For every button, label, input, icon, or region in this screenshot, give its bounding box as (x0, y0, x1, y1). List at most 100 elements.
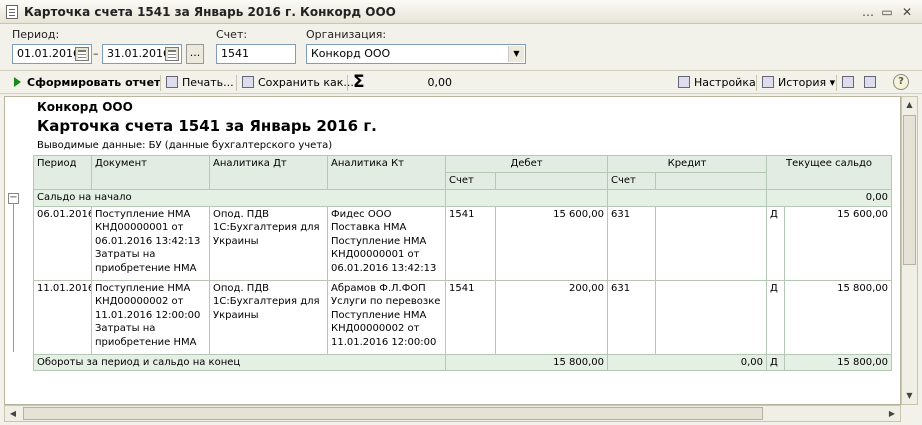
generate-report-button[interactable]: Сформировать отчет (14, 75, 160, 91)
toolbar-divider (756, 75, 757, 91)
opening-balance-value: 0,00 (766, 189, 893, 207)
row-balance: 15 800,00 (784, 279, 893, 355)
row-analytics-dt: Опод. ПДВ 1С:Бухгалтерия для Украины (209, 205, 328, 281)
toolbar-divider (160, 75, 161, 91)
account-field[interactable]: 1541 (216, 44, 296, 64)
sigma-icon: Σ (353, 72, 365, 92)
scroll-left-icon[interactable]: ◀ (5, 406, 21, 421)
period-label: Период: (12, 28, 60, 41)
toolbar-divider (347, 75, 348, 91)
export-button[interactable] (842, 75, 858, 91)
date-to-value: 31.01.2016 (107, 47, 170, 60)
close-button[interactable]: ✕ (900, 5, 914, 19)
chevron-down-icon: ▾ (829, 76, 836, 89)
tree-line (13, 196, 14, 352)
row-date: 11.01.2016 (33, 279, 92, 355)
settings-button[interactable]: Настройка (678, 75, 756, 91)
row-debit-account: 1541 (445, 205, 496, 281)
organization-label: Организация: (306, 28, 387, 41)
printer-icon (166, 76, 178, 88)
history-icon (762, 76, 774, 88)
header-credit-sum (655, 172, 768, 190)
floppy-icon (864, 76, 876, 88)
row-debit-sum: 15 600,00 (494, 205, 609, 281)
table-row[interactable]: 11.01.2016 Поступление НМА КНД00000002 о… (33, 279, 893, 355)
header-balance: Текущее сальдо (766, 155, 893, 190)
report-spreadsheet[interactable]: Конкорд ООО Карточка счета 1541 за Январ… (4, 96, 901, 405)
settings-icon (678, 76, 690, 88)
opening-balance-row: Сальдо на начало 0,00 (33, 189, 893, 207)
row-analytics-kt: Фидес ООО Поставка НМА Поступление НМА К… (327, 205, 446, 281)
report-output-data: Выводимые данные: БУ (данные бухгалтерск… (37, 140, 333, 151)
play-icon (14, 77, 21, 87)
period-select-button[interactable]: ... (186, 44, 204, 64)
calendar-icon[interactable] (165, 47, 179, 61)
selection-sum: 0,00 (427, 76, 453, 89)
header-period: Период (33, 155, 92, 190)
horizontal-scrollbar[interactable]: ◀ ▶ (4, 405, 901, 422)
vertical-scroll-thumb[interactable] (903, 115, 916, 265)
row-balance: 15 600,00 (784, 205, 893, 281)
table-row[interactable]: 06.01.2016 Поступление НМА КНД00000001 о… (33, 205, 893, 281)
row-debit-account: 1541 (445, 279, 496, 355)
row-analytics-dt: Опод. ПДВ 1С:Бухгалтерия для Украины (209, 279, 328, 355)
chevron-down-icon[interactable]: ▼ (508, 46, 524, 62)
totals-credit: 0,00 (607, 353, 768, 371)
save-icon (242, 76, 254, 88)
row-credit-sum (655, 205, 768, 281)
toolbar-divider (236, 75, 237, 91)
header-debit: Дебет (444, 155, 609, 173)
header-debit-account: Счет (445, 172, 496, 190)
row-balance-side: Д (766, 205, 786, 281)
row-credit-account: 631 (607, 279, 657, 355)
minimize-button[interactable]: … (861, 5, 875, 19)
save-settings-button[interactable] (864, 75, 880, 91)
row-debit-sum: 200,00 (494, 279, 609, 355)
report-table: Период Документ Аналитика Дт Аналитика К… (33, 155, 893, 371)
table-header-row: Период Документ Аналитика Дт Аналитика К… (33, 155, 893, 190)
header-debit-sum (494, 172, 609, 190)
header-credit: Кредит (607, 155, 768, 173)
row-document[interactable]: Поступление НМА КНД00000001 от 06.01.201… (91, 205, 210, 281)
row-document[interactable]: Поступление НМА КНД00000002 от 11.01.201… (91, 279, 210, 355)
help-icon[interactable]: ? (893, 74, 909, 90)
totals-row: Обороты за период и сальдо на конец 15 8… (33, 353, 893, 371)
period-dash: – (93, 47, 99, 60)
report-title: Карточка счета 1541 за Январь 2016 г. (37, 117, 377, 135)
window-title: Карточка счета 1541 за Январь 2016 г. Ко… (24, 5, 396, 19)
row-credit-sum (655, 279, 768, 355)
maximize-button[interactable]: ▭ (880, 5, 894, 19)
vertical-scrollbar[interactable]: ▲ ▼ (901, 96, 918, 405)
header-analytics-kt: Аналитика Кт (327, 155, 446, 190)
row-balance-side: Д (766, 279, 786, 355)
organization-value: Конкорд ООО (311, 47, 391, 60)
collapse-icon[interactable]: − (8, 193, 19, 204)
row-analytics-kt: Абрамов Ф.Л.ФОП Услуги по перевозке Пост… (327, 279, 446, 355)
organization-field[interactable]: Конкорд ООО ▼ (306, 44, 526, 64)
window-titlebar: Карточка счета 1541 за Январь 2016 г. Ко… (0, 0, 922, 24)
export-icon (842, 76, 854, 88)
scroll-down-icon[interactable]: ▼ (902, 388, 917, 404)
row-credit-account: 631 (607, 205, 657, 281)
row-date: 06.01.2016 (33, 205, 92, 281)
print-button[interactable]: Печать... (166, 75, 234, 91)
account-label: Счет: (216, 28, 248, 41)
scroll-up-icon[interactable]: ▲ (902, 97, 917, 113)
date-to-field[interactable]: 31.01.2016 (102, 44, 182, 64)
history-button[interactable]: История ▾ (762, 75, 835, 91)
calendar-icon[interactable] (75, 47, 89, 61)
totals-debit: 15 800,00 (444, 353, 609, 371)
horizontal-scroll-thumb[interactable] (23, 407, 763, 420)
scroll-right-icon[interactable]: ▶ (884, 406, 900, 421)
opening-balance-label: Сальдо на начало (33, 189, 446, 207)
toolbar-divider (836, 75, 837, 91)
date-from-value: 01.01.2016 (17, 47, 80, 60)
date-from-field[interactable]: 01.01.2016 (12, 44, 92, 64)
header-analytics-dt: Аналитика Дт (209, 155, 328, 190)
totals-label: Обороты за период и сальдо на конец (33, 353, 446, 371)
totals-balance: 15 800,00 (784, 353, 893, 371)
save-as-button[interactable]: Сохранить как... (242, 75, 354, 91)
header-document: Документ (91, 155, 210, 190)
header-credit-account: Счет (607, 172, 657, 190)
totals-side: Д (766, 353, 786, 371)
